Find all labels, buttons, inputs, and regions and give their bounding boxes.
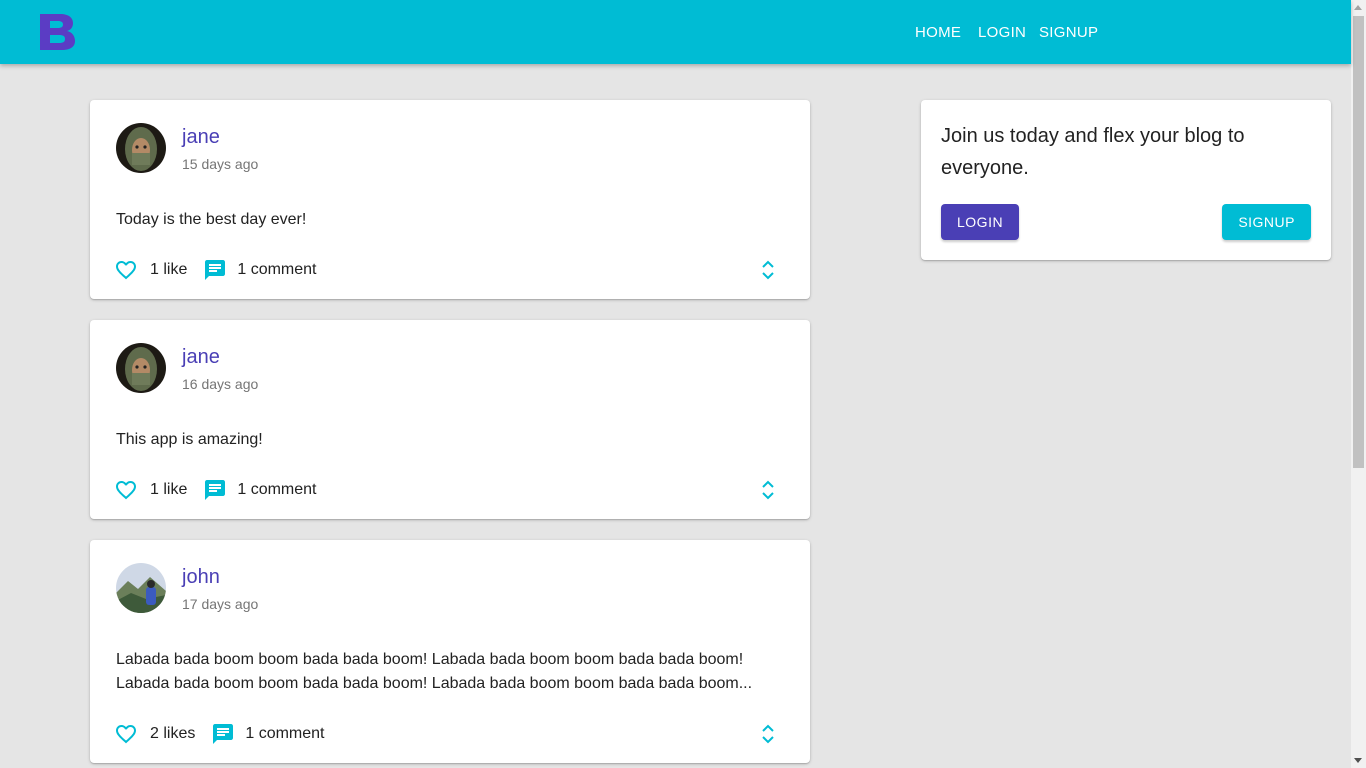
login-button[interactable]: Login xyxy=(941,204,1020,240)
like-count: 1 like xyxy=(150,481,188,498)
app-bar: Home Login Signup xyxy=(0,0,1351,64)
chat-icon[interactable] xyxy=(203,258,227,282)
like-count: 1 like xyxy=(150,261,188,278)
post-author-link[interactable]: jane xyxy=(182,346,220,369)
post-author-link[interactable]: john xyxy=(182,566,220,589)
chat-icon[interactable] xyxy=(211,722,235,746)
post-date: 15 days ago xyxy=(182,156,259,172)
post-body: This app is amazing! xyxy=(116,431,263,448)
post-date: 16 days ago xyxy=(182,376,259,392)
post-card: jane 16 days ago This app is amazing! 1 … xyxy=(90,320,810,519)
join-card: Join us today and flex your blog to ever… xyxy=(921,100,1331,260)
signup-button[interactable]: Signup xyxy=(1222,204,1311,240)
post-card: john 17 days ago Labada bada boom boom b… xyxy=(90,540,810,763)
join-message: Join us today and flex your blog to ever… xyxy=(941,125,1245,179)
comment-count: 1 comment xyxy=(237,481,317,498)
avatar[interactable] xyxy=(116,343,166,393)
scroll-up-arrow-icon[interactable] xyxy=(1354,5,1362,10)
post-actions: 1 like 1 comment xyxy=(114,257,317,283)
post-body: Labada bada boom boom bada bada boom! La… xyxy=(116,651,753,692)
heart-outline-icon[interactable] xyxy=(114,478,138,502)
comment-count: 1 comment xyxy=(245,725,325,742)
post-author-link[interactable]: jane xyxy=(182,126,220,149)
page-scrollbar[interactable] xyxy=(1351,0,1366,768)
post-card: jane 15 days ago Today is the best day e… xyxy=(90,100,810,299)
post-date: 17 days ago xyxy=(182,596,259,612)
avatar[interactable] xyxy=(116,563,166,613)
nav-signup-link[interactable]: Signup xyxy=(1039,24,1098,41)
nav-login-link[interactable]: Login xyxy=(978,24,1026,41)
chat-icon[interactable] xyxy=(203,478,227,502)
unfold-more-icon[interactable] xyxy=(760,722,776,746)
heart-outline-icon[interactable] xyxy=(114,722,138,746)
scroll-down-arrow-icon[interactable] xyxy=(1354,758,1362,763)
avatar[interactable] xyxy=(116,123,166,173)
unfold-more-icon[interactable] xyxy=(760,258,776,282)
post-actions: 1 like 1 comment xyxy=(114,477,317,503)
nav-home-link[interactable]: Home xyxy=(915,24,961,41)
comment-count: 1 comment xyxy=(237,261,317,278)
post-body: Today is the best day ever! xyxy=(116,211,307,228)
scrollbar-thumb[interactable] xyxy=(1353,16,1364,468)
heart-outline-icon[interactable] xyxy=(114,258,138,282)
logo-icon[interactable] xyxy=(38,12,76,52)
like-count: 2 likes xyxy=(150,725,196,742)
post-actions: 2 likes 1 comment xyxy=(114,721,325,747)
unfold-more-icon[interactable] xyxy=(760,478,776,502)
